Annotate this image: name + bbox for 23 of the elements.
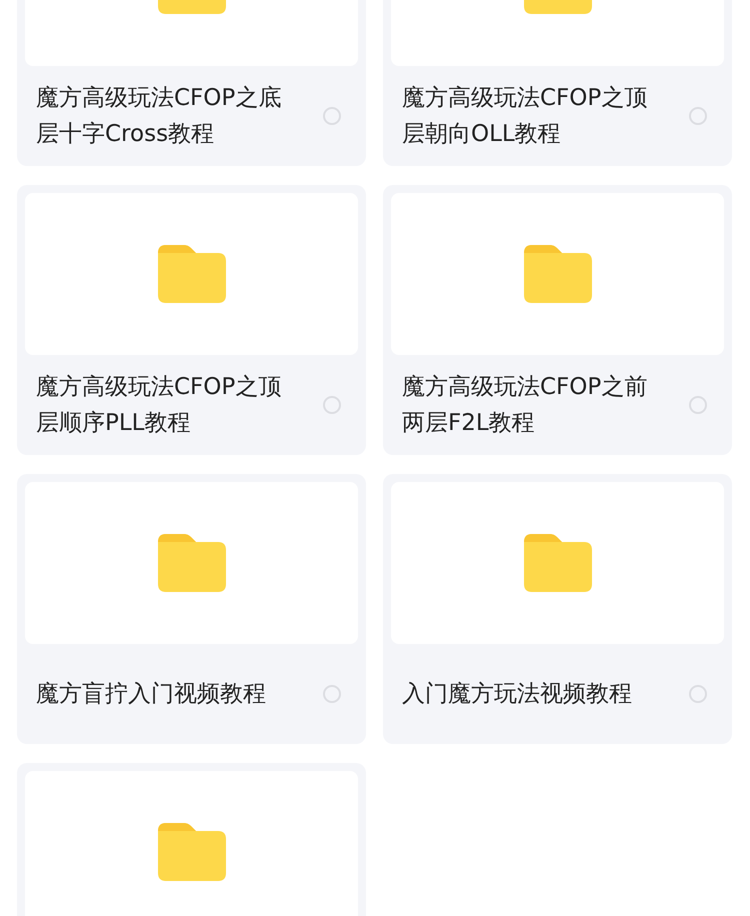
folder-name: 入门魔方玩法视频教程 [402, 680, 633, 709]
folder-icon [524, 534, 592, 592]
folder-icon [158, 245, 226, 303]
folder-card[interactable]: 魔方高级玩法CFOP之顶层顺序PLL教程 [17, 185, 366, 455]
select-radio[interactable] [689, 107, 707, 125]
folder-name: 魔方高级玩法CFOP之顶层朝向OLL教程 [402, 84, 648, 149]
folder-icon [524, 245, 592, 303]
folder-icon [158, 534, 226, 592]
select-radio[interactable] [323, 685, 341, 703]
select-radio[interactable] [323, 107, 341, 125]
folder-icon [158, 823, 226, 881]
folder-card[interactable]: 魔方高级玩法CFOP之底层十字Cross教程 [17, 0, 366, 166]
select-radio[interactable] [689, 685, 707, 703]
folder-name: 魔方高级玩法CFOP之底层十字Cross教程 [36, 84, 282, 149]
folder-name: 魔方盲拧入门视频教程 [36, 680, 267, 709]
select-radio[interactable] [323, 396, 341, 414]
folder-card[interactable]: 入门魔方玩法视频教程 [383, 474, 732, 744]
folder-card[interactable]: 魔方高级玩法CFOP之顶层朝向OLL教程 [383, 0, 732, 166]
select-radio[interactable] [689, 396, 707, 414]
folder-name: 魔方高级玩法CFOP之前两层F2L教程 [402, 373, 648, 438]
folder-card[interactable]: 魔方盲拧入门视频教程 [17, 474, 366, 744]
folder-card[interactable]: 魔方高级玩法CFOP之前两层F2L教程 [383, 185, 732, 455]
folder-name: 魔方高级玩法CFOP之顶层顺序PLL教程 [36, 373, 282, 438]
